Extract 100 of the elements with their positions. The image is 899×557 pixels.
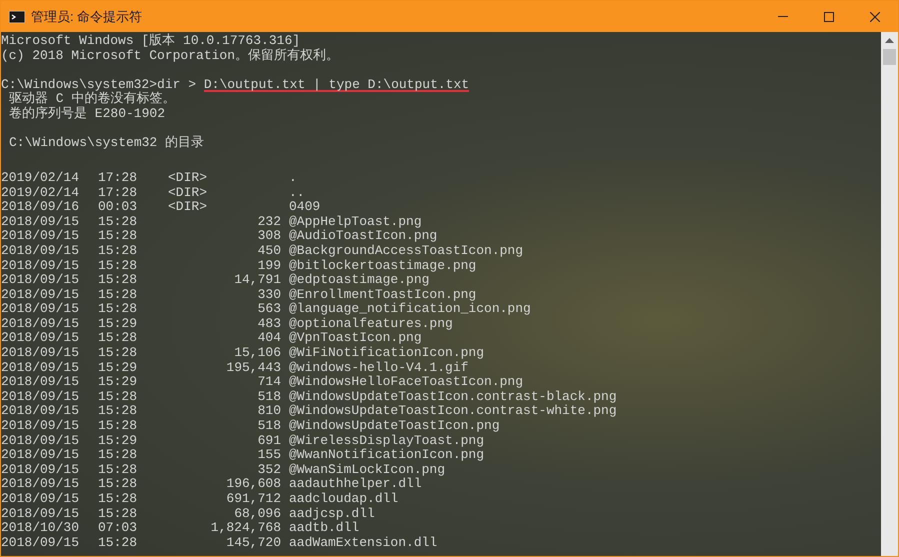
console-line: 卷的序列号是 E280-1902 [8,107,166,122]
file-size: 810 [258,404,281,420]
window-title: 管理员: 命令提示符 [31,8,142,26]
command-prompt: C:\Windows\system32>dir > [1,78,198,92]
file-time: 15:29 [98,316,138,332]
close-icon [870,12,880,22]
file-size: 15,106 [234,346,281,361]
file-date: 2018/09/15 [1,390,80,404]
file-size: 199 [258,258,281,274]
file-time: 15:28 [98,288,138,302]
file-name: @optionalfeatures.png [288,316,453,332]
file-time: 15:28 [98,273,138,288]
file-name: @WwanSimLockIcon.png [288,462,446,478]
file-date: 2019/02/14 [1,186,80,200]
file-name: @EnrollmentToastIcon.png [288,288,476,302]
dir-marker: <DIR> [168,186,208,200]
file-date: 2018/09/15 [1,536,80,550]
file-time: 17:28 [98,186,138,200]
file-name: aadtb.dll [288,521,360,536]
file-name: @VpnToastIcon.png [288,331,422,346]
file-name: @WiFiNotificationIcon.png [288,346,484,361]
file-time: 17:28 [98,170,138,186]
dir-marker: <DIR> [168,170,208,186]
file-date: 2018/09/15 [1,346,80,361]
file-time: 15:29 [98,360,138,376]
file-size: 308 [258,229,281,244]
file-date: 2018/09/15 [1,288,80,302]
file-size: 155 [258,448,281,463]
file-name: @bitlockertoastimage.png [288,258,476,274]
file-name: @AudioToastIcon.png [288,229,438,244]
file-time: 15:28 [98,331,138,346]
file-size: 518 [258,390,281,404]
file-date: 2018/09/15 [1,244,80,258]
file-time: 15:28 [98,448,138,463]
file-size: 196,608 [226,477,281,492]
file-time: 15:28 [98,419,138,434]
terminal-icon [9,10,25,22]
file-size: 404 [258,331,281,346]
file-name: .. [288,186,305,200]
file-size: 145,720 [226,536,281,550]
file-date: 2018/09/15 [1,273,80,288]
file-size: 1,824,768 [210,521,281,536]
file-size: 450 [258,244,281,258]
file-date: 2018/09/15 [1,448,80,463]
file-time: 15:28 [98,390,138,404]
scroll-bar[interactable] [881,32,898,556]
file-size: 518 [258,419,281,434]
dir-marker: <DIR> [168,200,208,215]
file-name: @WwanNotificationIcon.png [288,448,484,463]
console-line: 驱动器 C 中的卷没有标签。 [8,92,176,106]
file-size: 232 [258,214,281,230]
file-size: 691 [258,434,281,448]
file-time: 15:28 [98,214,138,230]
file-time: 15:28 [98,477,138,492]
file-date: 2018/09/15 [1,302,80,317]
file-time: 07:03 [98,521,138,536]
file-time: 15:29 [98,434,138,448]
file-date: 2018/09/15 [1,434,80,448]
file-name: @BackgroundAccessToastIcon.png [288,244,524,258]
file-name: @WirelessDisplayToast.png [288,434,484,448]
file-date: 2018/10/30 [1,521,80,536]
file-time: 15:29 [98,375,138,390]
file-name: aadcloudap.dll [288,492,398,507]
file-date: 2018/09/15 [1,419,80,434]
file-date: 2018/09/15 [1,506,80,522]
file-name: @windows-hello-V4.1.gif [288,360,468,376]
file-date: 2018/09/15 [1,316,80,332]
file-date: 2018/09/15 [1,331,80,346]
maximize-icon [824,12,834,22]
file-size: 352 [258,462,281,478]
scroll-thumb[interactable] [883,49,896,65]
file-name: aadjcsp.dll [288,506,375,522]
file-date: 2018/09/15 [1,477,80,492]
file-name: @WindowsHelloFaceToastIcon.png [288,375,524,390]
file-size: 14,791 [234,273,281,288]
file-size: 195,443 [226,360,281,376]
file-name: aadauthhelper.dll [288,477,422,492]
file-name: @WindowsUpdateToastIcon.png [288,419,500,434]
file-time: 15:28 [98,258,138,274]
file-size: 563 [258,302,281,317]
file-date: 2018/09/15 [1,258,80,274]
file-date: 2018/09/15 [1,404,80,420]
file-time: 15:28 [98,536,138,550]
file-date: 2018/09/15 [1,360,80,376]
file-time: 15:28 [98,404,138,420]
file-date: 2018/09/15 [1,229,80,244]
file-size: 330 [258,288,281,302]
file-date: 2018/09/15 [1,492,80,507]
file-name: @WindowsUpdateToastIcon.contrast-black.png [288,390,617,404]
file-time: 15:28 [98,302,138,317]
file-time: 15:28 [98,244,138,258]
file-name: aadWamExtension.dll [288,536,438,550]
file-time: 15:28 [98,492,138,507]
file-time: 15:28 [98,462,138,478]
file-date: 2018/09/15 [1,462,80,478]
file-date: 2018/09/16 [1,200,80,215]
file-date: 2018/09/15 [1,375,80,390]
file-size: 483 [258,316,281,332]
file-time: 00:03 [98,200,138,215]
file-size: 691,712 [226,492,281,507]
